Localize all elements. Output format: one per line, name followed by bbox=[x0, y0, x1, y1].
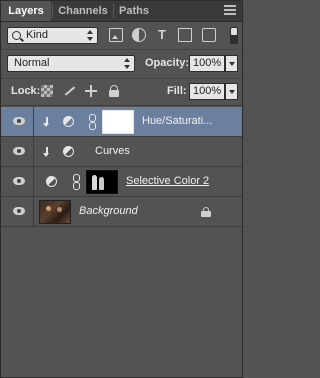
divider bbox=[33, 107, 34, 137]
layer-row-hue-saturation[interactable]: Hue/Saturati... bbox=[1, 107, 242, 137]
panel-menu-icon[interactable] bbox=[224, 5, 236, 17]
opacity-field[interactable]: 100% bbox=[189, 55, 225, 72]
layer-filter-select[interactable]: Kind bbox=[7, 27, 98, 44]
lock-all-icon[interactable] bbox=[108, 85, 120, 97]
layer-mask-thumbnail[interactable] bbox=[102, 110, 134, 134]
blend-mode-select[interactable]: Normal bbox=[7, 55, 135, 72]
type-layer-filter-icon[interactable]: T bbox=[155, 28, 169, 42]
adjustment-layer-filter-icon[interactable] bbox=[132, 28, 146, 42]
divider bbox=[33, 197, 34, 227]
layer-row-curves[interactable]: Curves bbox=[1, 137, 242, 167]
search-icon bbox=[12, 31, 21, 40]
adjustment-layer-icon bbox=[46, 176, 57, 187]
shape-layer-filter-icon[interactable] bbox=[178, 28, 192, 42]
tab-layers[interactable]: Layers bbox=[1, 1, 51, 21]
layer-row-selective-color[interactable]: Selective Color 2 bbox=[1, 167, 242, 197]
tab-paths[interactable]: Paths bbox=[115, 1, 153, 21]
layer-name[interactable]: Background bbox=[79, 205, 138, 217]
link-chain-icon[interactable] bbox=[88, 114, 96, 130]
divider bbox=[33, 167, 34, 197]
divider bbox=[1, 49, 242, 50]
layer-row-background[interactable]: Background bbox=[1, 197, 242, 227]
updown-arrows-icon bbox=[124, 58, 131, 69]
lock-position-icon[interactable] bbox=[85, 85, 97, 97]
opacity-dropdown-button[interactable] bbox=[225, 55, 238, 72]
fill-label: Fill: bbox=[167, 85, 187, 97]
blend-mode-value: Normal bbox=[14, 57, 50, 69]
divider bbox=[1, 78, 242, 79]
layer-name[interactable]: Curves bbox=[95, 145, 130, 157]
divider bbox=[1, 105, 242, 106]
filter-toggle-switch[interactable] bbox=[230, 27, 238, 44]
tab-channels[interactable]: Channels bbox=[54, 1, 112, 21]
layer-name[interactable]: Hue/Saturati... bbox=[142, 115, 212, 127]
layer-name[interactable]: Selective Color 2 bbox=[126, 175, 209, 187]
divider bbox=[33, 137, 34, 167]
clipping-arrow-icon bbox=[43, 147, 51, 157]
pixel-layer-filter-icon[interactable] bbox=[109, 28, 123, 42]
fill-field[interactable]: 100% bbox=[189, 83, 225, 100]
visibility-eye-icon[interactable] bbox=[13, 207, 25, 215]
visibility-eye-icon[interactable] bbox=[13, 147, 25, 155]
tab-divider bbox=[52, 4, 53, 18]
adjustment-layer-icon bbox=[63, 116, 74, 127]
clipping-arrow-icon bbox=[43, 117, 51, 127]
filter-kind-label: Kind bbox=[26, 29, 49, 41]
visibility-eye-icon[interactable] bbox=[13, 177, 25, 185]
layers-panel: Layers Channels Paths Kind T Normal Opac… bbox=[0, 0, 243, 378]
panel-tab-bar: Layers Channels Paths bbox=[1, 1, 242, 22]
fill-dropdown-button[interactable] bbox=[225, 83, 238, 100]
tab-divider bbox=[113, 4, 114, 18]
updown-arrows-icon bbox=[87, 30, 94, 41]
lock-image-pixels-icon[interactable] bbox=[63, 85, 75, 97]
link-chain-icon[interactable] bbox=[72, 174, 80, 190]
lock-icon bbox=[201, 207, 211, 217]
visibility-eye-icon[interactable] bbox=[13, 117, 25, 125]
layer-thumbnail[interactable] bbox=[39, 200, 71, 224]
lock-label: Lock: bbox=[11, 85, 41, 97]
smart-object-filter-icon[interactable] bbox=[202, 28, 216, 42]
adjustment-layer-icon bbox=[63, 146, 74, 157]
opacity-label: Opacity: bbox=[145, 57, 190, 69]
lock-transparency-icon[interactable] bbox=[41, 85, 53, 97]
layer-mask-thumbnail[interactable] bbox=[86, 170, 118, 194]
